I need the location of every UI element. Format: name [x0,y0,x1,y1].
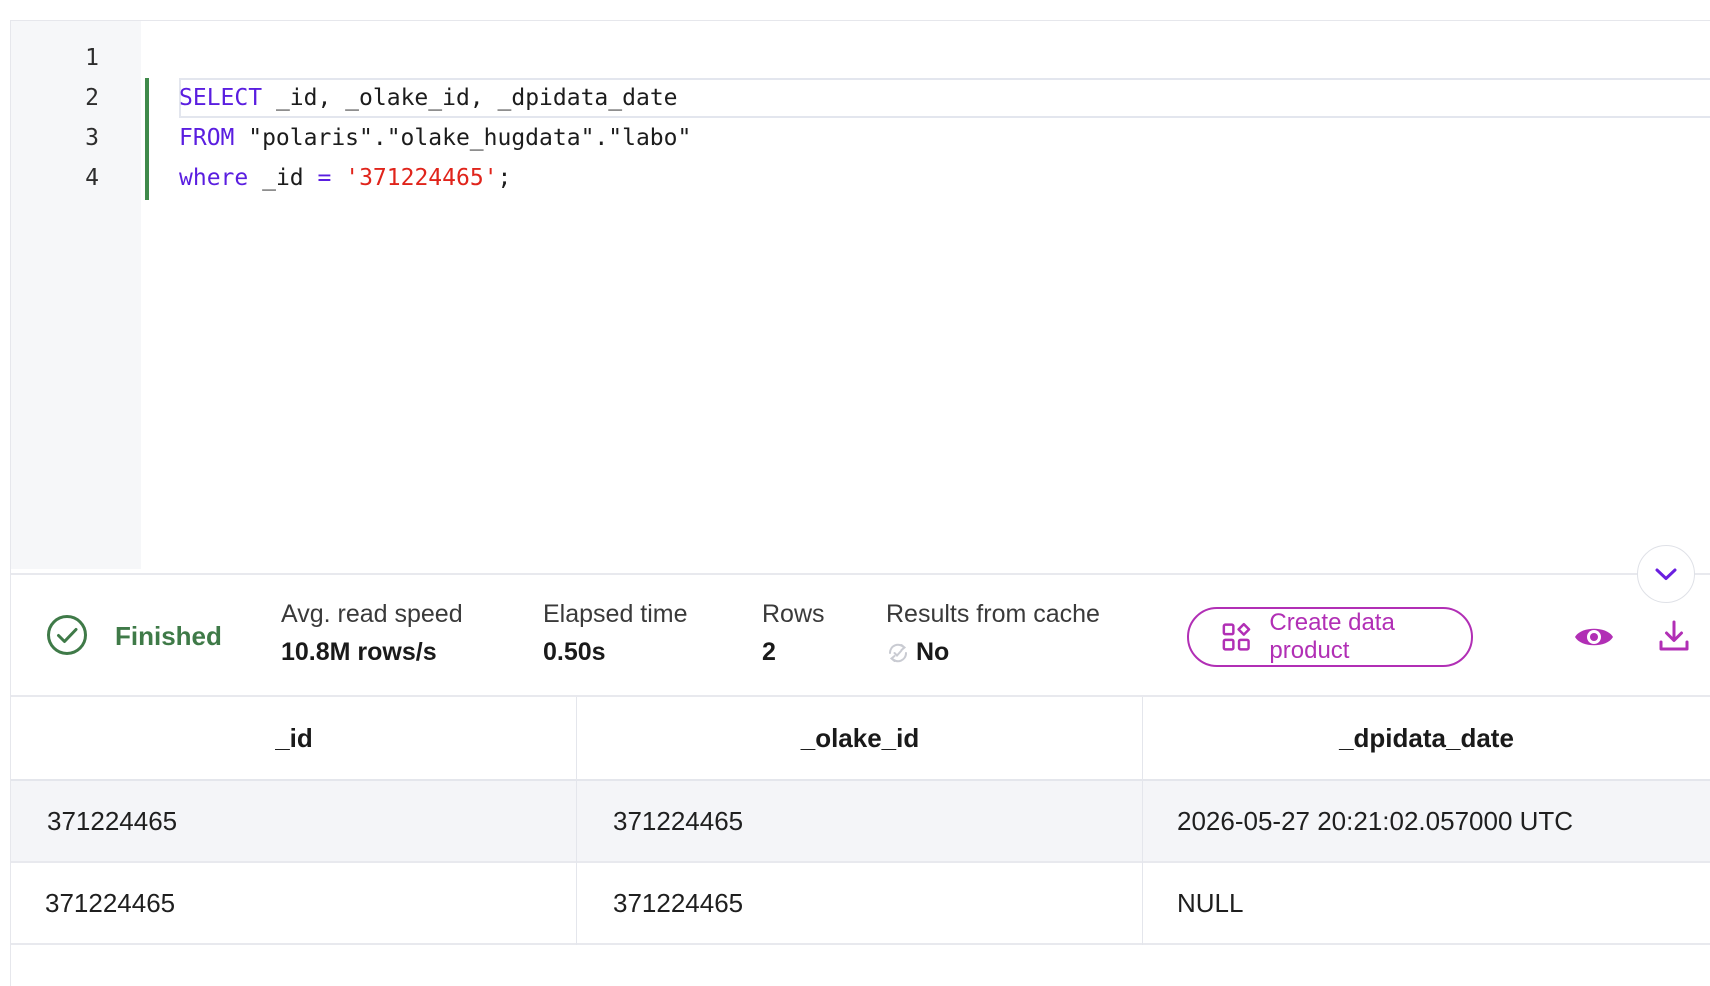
code-token: '371224465' [345,165,498,191]
line-number: 1 [85,45,99,71]
line-number-gutter: 1 2 3 4 [11,21,141,569]
rows-label: Rows [762,600,825,628]
column-divider [576,697,577,945]
code-token: "polaris"."olake_hugdata"."labo" [234,125,692,151]
cache-value-row: No [886,638,1100,667]
column-header-id[interactable]: _id [11,697,577,779]
elapsed-time-label: Elapsed time [543,600,688,628]
line-number: 4 [85,165,99,191]
table-cell[interactable]: NULL [1143,863,1710,943]
avg-read-speed-label: Avg. read speed [281,600,463,628]
code-token: _id, _olake_id, _dpidata_date [262,85,678,111]
cache-label: Results from cache [886,600,1100,628]
results-table: _id _olake_id _dpidata_date 371224465 37… [11,697,1710,945]
code-line[interactable]: SELECT _id, _olake_id, _dpidata_date [179,78,678,118]
code-token: _id [248,165,318,191]
cache-stat: Results from cache No [886,600,1100,667]
table-cell[interactable]: 371224465 [577,863,1143,943]
table-cell[interactable]: 2026-05-27 20:21:02.057000 UTC [1143,781,1710,861]
elapsed-time-stat: Elapsed time 0.50s [543,600,688,667]
table-cell[interactable]: 371224465 [577,781,1143,861]
code-line[interactable]: where _id = '371224465'; [179,158,511,198]
query-status-bar: Finished Avg. read speed 10.8M rows/s El… [11,575,1710,695]
code-token: SELECT [179,85,263,111]
table-row[interactable]: 371224465 371224465 NULL [11,863,1710,945]
table-cell[interactable]: 371224465 [11,863,577,943]
code-token: where [179,165,249,191]
table-cell[interactable]: 371224465 [11,781,577,861]
rows-value: 2 [762,638,776,666]
line-number: 3 [85,125,99,151]
download-icon[interactable] [1658,619,1690,653]
code-token: FROM [179,125,235,151]
code-line[interactable]: FROM "polaris"."olake_hugdata"."labo" [179,118,691,158]
column-header-olake-id[interactable]: _olake_id [577,697,1143,779]
avg-read-speed-stat: Avg. read speed 10.8M rows/s [281,600,463,667]
table-row[interactable]: 371224465 371224465 2026-05-27 20:21:02.… [11,781,1710,863]
code-token: ; [497,165,512,191]
elapsed-time-value: 0.50s [543,638,606,666]
create-data-product-button[interactable]: Create data product [1187,607,1473,667]
rows-stat: Rows 2 [762,600,825,667]
chevron-down-icon [1655,568,1677,580]
avg-read-speed-value: 10.8M rows/s [281,638,437,666]
eye-icon[interactable] [1574,621,1614,653]
status-label: Finished [115,621,222,651]
code-token: = [317,165,332,191]
cache-value: No [916,638,950,666]
modified-lines-marker [145,78,149,200]
line-number: 2 [85,85,99,111]
column-divider [1142,697,1143,945]
create-data-product-label: Create data product [1269,609,1395,664]
cache-icon [888,643,908,662]
grid-add-icon [1222,622,1251,651]
table-header: _id _olake_id _dpidata_date [11,697,1710,781]
check-circle-icon [47,615,87,655]
collapse-editor-button[interactable] [1637,545,1695,603]
sql-editor[interactable]: 1 2 3 4 SELECT _id, _olake_id, _dpidata_… [11,21,1710,569]
column-header-dpidata-date[interactable]: _dpidata_date [1143,697,1710,779]
